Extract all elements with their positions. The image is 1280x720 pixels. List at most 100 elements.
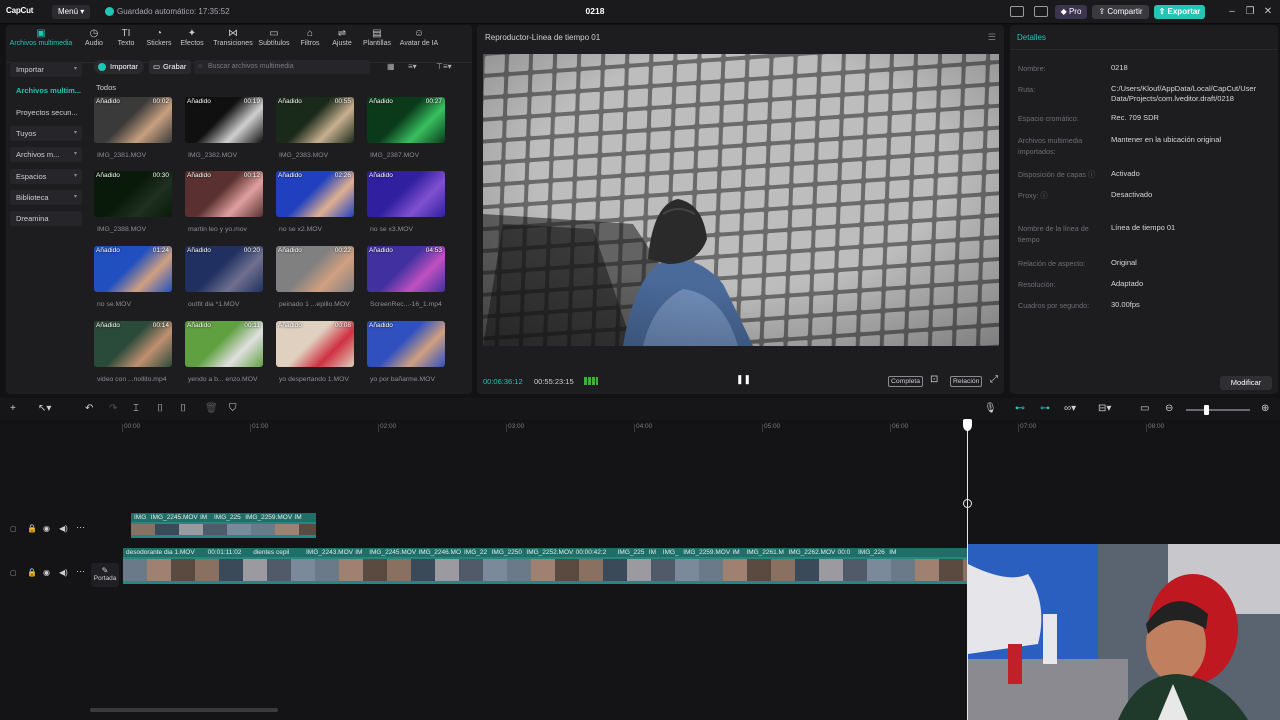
crop-icon[interactable]: ⊡: [930, 374, 938, 385]
media-thumbnail[interactable]: Añadido 00:02: [94, 97, 172, 143]
video-preview[interactable]: [483, 54, 999, 346]
ruler-label: 01:00: [252, 423, 269, 430]
delete-icon[interactable]: 🗑: [205, 402, 218, 416]
detail-value: Línea de tiempo 01: [1111, 223, 1176, 232]
track-select-icon[interactable]: ▢: [10, 569, 17, 577]
lock-icon[interactable]: 🔒: [27, 524, 37, 533]
media-filename: IMG_2387.MOV: [370, 152, 420, 159]
media-thumbnail[interactable]: Añadido 00:27: [367, 97, 445, 143]
tool-media[interactable]: ▣ Archivos multimedia: [6, 28, 76, 47]
grid-view-icon[interactable]: ▦: [387, 60, 395, 74]
eye-icon[interactable]: ◉: [43, 524, 50, 533]
detail-value: Mantener en la ubicación original: [1111, 135, 1222, 144]
speaker-icon[interactable]: ◀): [59, 568, 68, 577]
media-thumbnail[interactable]: Añadido 04:53: [367, 246, 445, 292]
fullscreen-icon[interactable]: ⤢: [990, 374, 998, 385]
media-thumbnail[interactable]: Añadido 00:14: [94, 321, 172, 367]
zoom-in-icon[interactable]: ⊕: [1261, 402, 1269, 416]
sidebar-item-spaces[interactable]: Espacios ▾: [10, 169, 82, 184]
split-icon[interactable]: ⌶: [133, 402, 139, 416]
aspect-ratio-button[interactable]: Relación: [950, 376, 983, 387]
clip-label: 00:01:11:02: [207, 549, 242, 556]
filter-icon[interactable]: ⊤≡▾: [436, 60, 452, 74]
full-quality-button[interactable]: Completa: [888, 376, 924, 387]
clip-strip[interactable]: [123, 557, 967, 584]
trim-right-icon[interactable]: ⌷: [180, 402, 186, 416]
tool-templates[interactable]: ▤ Plantillas: [357, 28, 397, 47]
media-thumbnail[interactable]: Añadido 00:08: [276, 321, 354, 367]
media-duration: 00:30: [152, 172, 169, 179]
sidebar-item-import[interactable]: Importar ▾: [10, 62, 82, 77]
modify-button[interactable]: Modificar: [1220, 376, 1272, 390]
tool-subtitles[interactable]: ▭ Subtítulos: [254, 28, 294, 47]
added-badge: Añadido: [187, 98, 211, 105]
added-badge: Añadido: [96, 247, 120, 254]
ruler-tick: [890, 424, 891, 432]
media-thumbnail[interactable]: Añadido 00:30: [94, 171, 172, 217]
lock-icon[interactable]: 🔒: [27, 568, 37, 577]
shortcut-icon[interactable]: [1034, 6, 1048, 17]
clip-label: IMG_225: [617, 549, 645, 556]
export-button[interactable]: ⇧ Exportar: [1154, 5, 1205, 19]
shield-icon[interactable]: ⛉: [229, 402, 237, 416]
record-button[interactable]: ▭ Grabar: [149, 60, 192, 74]
pro-button[interactable]: ◆ Pro: [1055, 5, 1087, 19]
clip-strip[interactable]: [131, 522, 316, 538]
menu-button[interactable]: Menú ▾: [52, 5, 91, 19]
media-thumbnail[interactable]: Añadido 00:55: [276, 97, 354, 143]
more-icon[interactable]: ⋯: [76, 522, 85, 533]
undo-icon[interactable]: ↶: [85, 402, 93, 416]
media-thumbnail[interactable]: Añadido 00:20: [185, 246, 263, 292]
more-icon[interactable]: ⋯: [76, 566, 85, 577]
media-filename: no se x2.MOV: [279, 226, 323, 233]
sort-icon[interactable]: ≡▾: [408, 60, 417, 74]
tool-adjust[interactable]: ⇌ Ajuste: [322, 28, 362, 47]
zoom-slider-handle[interactable]: [1204, 405, 1209, 415]
tool-ai-avatar[interactable]: ☺ Avatar de IA: [396, 28, 442, 47]
sidebar-item-media[interactable]: Archivos multim...: [10, 83, 82, 98]
media-filename: martin leo y yo.mov: [188, 226, 247, 233]
pause-button[interactable]: ❚❚: [736, 374, 751, 385]
sidebar-item-library[interactable]: Biblioteca ▾: [10, 190, 82, 205]
sidebar-item-yours[interactable]: Tuyos ▾: [10, 126, 82, 141]
microphone-icon[interactable]: 🎙: [984, 402, 997, 416]
add-track-icon[interactable]: +: [10, 402, 16, 416]
media-thumbnail[interactable]: Añadido 02:26: [276, 171, 354, 217]
media-thumbnail[interactable]: Añadido: [367, 171, 445, 217]
media-thumbnail[interactable]: Añadido 00:12: [185, 171, 263, 217]
timeline-scrollbar[interactable]: [90, 708, 278, 712]
preview-axis-icon[interactable]: ▭: [1140, 402, 1149, 416]
cover-button[interactable]: ✎ Portada: [91, 563, 119, 587]
tool-transitions[interactable]: ⋈ Transiciones: [211, 28, 255, 47]
link-icon[interactable]: ⊶: [1040, 402, 1050, 416]
share-button[interactable]: ⇪ Compartir: [1092, 5, 1149, 19]
playhead-handle[interactable]: [963, 419, 972, 431]
media-thumbnail[interactable]: Añadido: [367, 321, 445, 367]
import-button[interactable]: Importar: [94, 60, 144, 74]
media-thumbnail[interactable]: Añadido 00:11: [185, 321, 263, 367]
menu-icon[interactable]: ☰: [988, 32, 996, 43]
trim-left-icon[interactable]: ⌷: [157, 402, 163, 416]
select-tool-icon[interactable]: ↖▾: [38, 402, 51, 416]
layout-icon[interactable]: [1010, 6, 1024, 17]
split-screen-icon[interactable]: ⊟▾: [1098, 402, 1111, 416]
sidebar-item-secondary-projects[interactable]: Proyectos secun...: [10, 105, 82, 120]
close-icon[interactable]: ✕: [1261, 5, 1275, 19]
media-thumbnail[interactable]: Añadido 00:22: [276, 246, 354, 292]
track-select-icon[interactable]: ▢: [10, 525, 17, 533]
tool-effects[interactable]: ✦ Efectos: [172, 28, 212, 47]
media-thumbnail[interactable]: Añadido 00:19: [185, 97, 263, 143]
restore-icon[interactable]: ❐: [1243, 5, 1257, 19]
eye-icon[interactable]: ◉: [43, 568, 50, 577]
redo-icon[interactable]: ↷: [109, 402, 117, 416]
media-thumbnail[interactable]: Añadido 01:24: [94, 246, 172, 292]
sidebar-item-media-folder[interactable]: Archivos m... ▾: [10, 147, 82, 162]
chain-icon[interactable]: ∞▾: [1064, 402, 1076, 416]
magnet-icon[interactable]: ⊷: [1015, 402, 1025, 416]
minimize-icon[interactable]: –: [1225, 5, 1239, 19]
speaker-icon[interactable]: ◀): [59, 524, 68, 533]
search-input[interactable]: ○ Buscar archivos multimedia: [194, 60, 370, 74]
sidebar-item-dreamina[interactable]: Dreamina: [10, 211, 82, 226]
zoom-slider[interactable]: [1186, 409, 1250, 411]
zoom-out-icon[interactable]: ⊖: [1165, 402, 1173, 416]
